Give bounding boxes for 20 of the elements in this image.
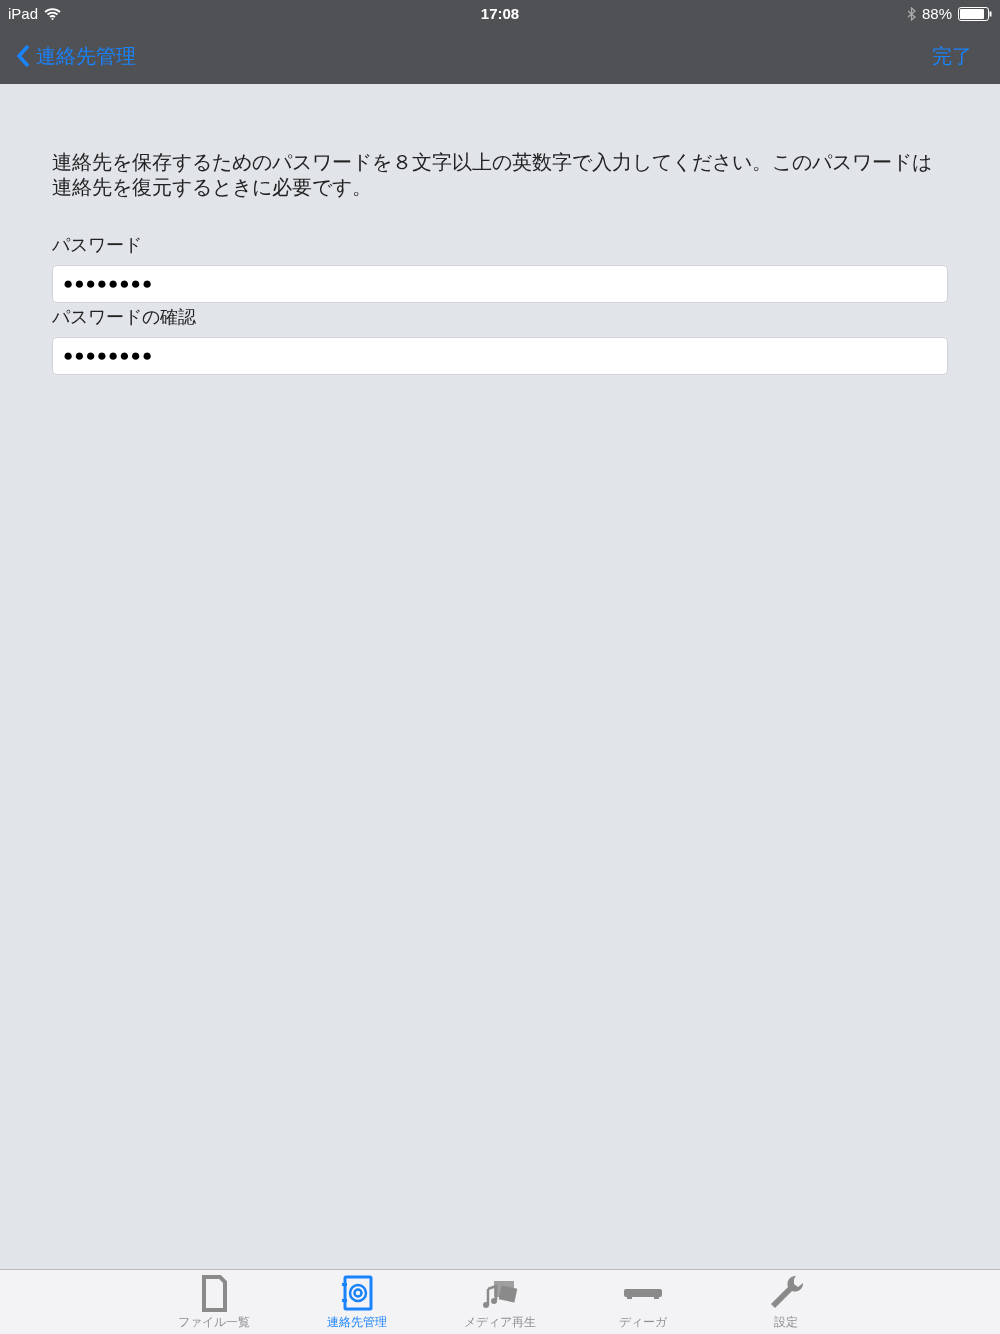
device-name: iPad <box>8 3 39 24</box>
done-button[interactable]: 完了 <box>932 41 984 71</box>
field-label: パスワード <box>52 234 143 257</box>
field-label: パスワードの確認 <box>52 306 197 329</box>
tab-bar-item[interactable]: ディーガ <box>571 1270 715 1334</box>
tab-bar-item[interactable]: ファイル一覧 <box>142 1270 286 1334</box>
password-field[interactable]: ●●●●●●●● <box>52 265 948 303</box>
wifi-icon <box>44 8 62 20</box>
chevron-left-icon <box>16 44 30 68</box>
instructions-text: 連絡先を保存するためのパスワードを８文字以上の英数字で入力してください。このパスワードは連絡先を復元するときに必要です。 <box>52 150 933 200</box>
password-field[interactable]: ●●●●●●●● <box>52 337 948 375</box>
tab-bar-item[interactable]: メディア再生 <box>428 1270 572 1334</box>
tab-bar-item[interactable]: 設定 <box>714 1270 858 1334</box>
status-time: 17:08 <box>480 3 520 24</box>
battery-percentage: 88% <box>921 3 952 24</box>
bluetooth-icon <box>906 7 916 21</box>
back-button[interactable]: 連絡先管理 <box>16 41 136 71</box>
recorder-icon <box>623 1287 663 1299</box>
tab-bar-item[interactable]: 連絡先管理 <box>285 1270 429 1334</box>
battery-icon <box>958 7 992 21</box>
